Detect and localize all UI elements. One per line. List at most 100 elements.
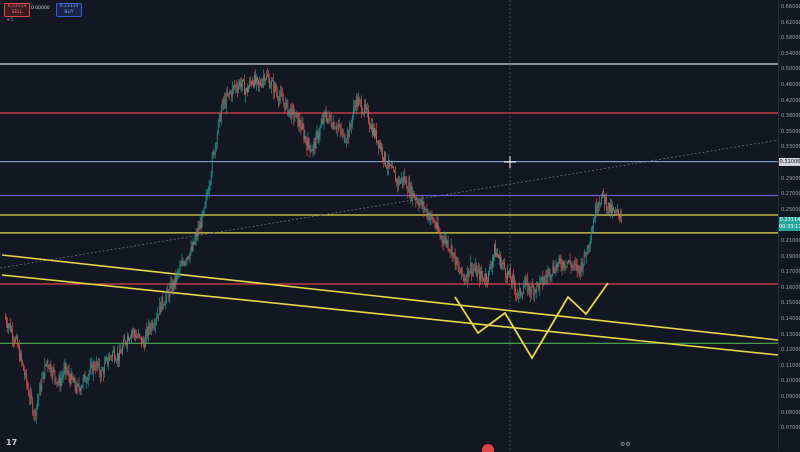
candle-body	[87, 375, 89, 382]
candle-body	[602, 191, 604, 195]
candle-body	[479, 271, 481, 281]
crosshair-price-badge: 0.31006	[779, 158, 800, 166]
candle-body	[509, 270, 510, 275]
candle-body	[368, 109, 369, 123]
candle-body	[29, 395, 31, 399]
candle-body	[79, 388, 81, 392]
candle-body	[282, 95, 284, 101]
candle-body	[322, 119, 324, 123]
candle-body	[540, 277, 542, 281]
candle-body	[39, 384, 41, 396]
price-axis[interactable]: 0.66000 0.62000 0.58000 0.54000 0.50000 0.460…	[778, 0, 800, 450]
price-tick-label: 0.25000	[781, 206, 800, 213]
candle-body	[75, 387, 77, 392]
candle-body	[193, 241, 195, 245]
price-tick-label: 0.29000	[781, 175, 800, 182]
candle-body	[362, 112, 363, 114]
candle-body	[420, 199, 422, 203]
candle-body	[418, 203, 420, 207]
candle-body	[552, 265, 554, 275]
candle-body	[199, 222, 201, 230]
candle-body	[546, 276, 548, 278]
candle-body	[447, 240, 449, 250]
candle-body	[580, 261, 582, 274]
candle-body	[340, 129, 342, 134]
candle-body	[276, 90, 278, 93]
candle-body	[73, 378, 75, 383]
dotted-trendline	[0, 139, 778, 269]
candle-body	[436, 222, 438, 228]
candle-body	[288, 110, 290, 115]
candle-body	[25, 372, 27, 376]
price-tick-label: 0.11000	[781, 362, 800, 369]
candle-body	[97, 362, 99, 367]
candle-body	[278, 97, 280, 102]
buy-button[interactable]: 0.23114 BUY	[56, 3, 82, 17]
candle-body	[586, 245, 588, 256]
candle-body	[294, 116, 296, 119]
candle-body	[302, 123, 304, 129]
settings-icon[interactable]: ⚙⚙	[620, 441, 631, 448]
candle-body	[220, 109, 222, 122]
candle-body	[371, 124, 372, 129]
candle-body	[384, 152, 385, 161]
sell-button[interactable]: 0.23114 SELL	[4, 3, 30, 17]
candle-body	[104, 359, 106, 364]
candle-body	[224, 98, 226, 107]
candle-body	[314, 141, 316, 149]
candle-body	[342, 132, 344, 134]
candle-body	[333, 122, 335, 129]
price-tick-label: 0.42000	[781, 97, 800, 104]
candle-body	[251, 82, 252, 85]
candle-body	[145, 335, 146, 348]
candle-body	[346, 131, 348, 140]
candle-body	[285, 101, 287, 110]
candle-body	[274, 84, 276, 93]
candle-body	[125, 340, 126, 344]
candle-body	[175, 275, 177, 282]
candle-body	[506, 275, 507, 279]
candle-body	[570, 263, 572, 268]
candle-body	[341, 132, 343, 134]
candle-body	[139, 334, 140, 336]
candle-body	[354, 105, 356, 108]
candle-body	[435, 225, 437, 228]
candle-body	[554, 271, 556, 274]
candle-body	[410, 184, 412, 197]
candle-body	[416, 199, 418, 201]
candle-body	[518, 292, 520, 296]
candle-body	[99, 372, 101, 378]
candle-body	[151, 322, 153, 331]
candle-body	[326, 118, 328, 123]
candle-body	[271, 80, 273, 86]
candle-body	[430, 213, 432, 218]
candle-body	[449, 250, 451, 251]
candle-body	[491, 267, 492, 269]
candle-body	[158, 313, 160, 316]
candle-body	[405, 179, 407, 183]
candle-body	[526, 279, 528, 281]
candle-body	[469, 262, 471, 272]
candle-body	[591, 228, 593, 234]
candle-body	[60, 378, 62, 387]
candle-body	[562, 261, 564, 269]
price-chart[interactable]	[0, 0, 778, 450]
candle-body	[116, 360, 117, 361]
candle-body	[372, 124, 373, 136]
candle-body	[235, 85, 236, 87]
candle-body	[409, 182, 411, 197]
price-tick-label: 0.08000	[781, 409, 800, 416]
spread-value: 0.00000	[31, 6, 50, 11]
candle-body	[497, 253, 498, 256]
candle-body	[402, 177, 404, 183]
candle-body	[389, 159, 390, 166]
candle-body	[406, 179, 408, 190]
candle-body	[445, 237, 447, 244]
candle-body	[499, 254, 500, 259]
candle-body	[252, 81, 253, 85]
candle-body	[463, 276, 465, 282]
scroll-marker[interactable]	[482, 444, 494, 452]
interval-label[interactable]: ▾ 5	[7, 18, 14, 23]
candle-body	[268, 76, 269, 78]
candle-body	[138, 334, 139, 337]
